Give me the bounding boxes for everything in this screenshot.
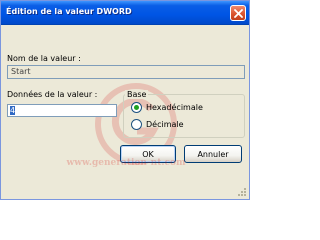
value-name-label: Nom de la valeur :	[7, 54, 81, 63]
value-data-input[interactable]	[7, 104, 117, 117]
resize-grip-icon[interactable]	[237, 187, 247, 197]
watermark-text: www.generation-nt.com	[66, 158, 186, 168]
value-name-field: Start	[7, 65, 245, 79]
radio-decimal[interactable]	[131, 119, 142, 130]
radio-decimal-label[interactable]: Décimale	[146, 120, 184, 129]
close-icon	[233, 8, 243, 18]
radio-hexadecimal-label[interactable]: Hexadécimale	[146, 103, 203, 112]
window-title: Édition de la valeur DWORD	[6, 7, 132, 16]
base-legend: Base	[125, 90, 149, 99]
dword-edit-dialog: Édition de la valeur DWORD Nom de la val…	[0, 0, 250, 200]
base-groupbox	[123, 94, 245, 138]
radio-selected-dot	[134, 105, 139, 110]
title-bar[interactable]: Édition de la valeur DWORD	[1, 1, 249, 25]
radio-hexadecimal[interactable]	[131, 102, 142, 113]
close-button[interactable]	[230, 5, 246, 21]
value-data-label: Données de la valeur :	[7, 90, 98, 99]
